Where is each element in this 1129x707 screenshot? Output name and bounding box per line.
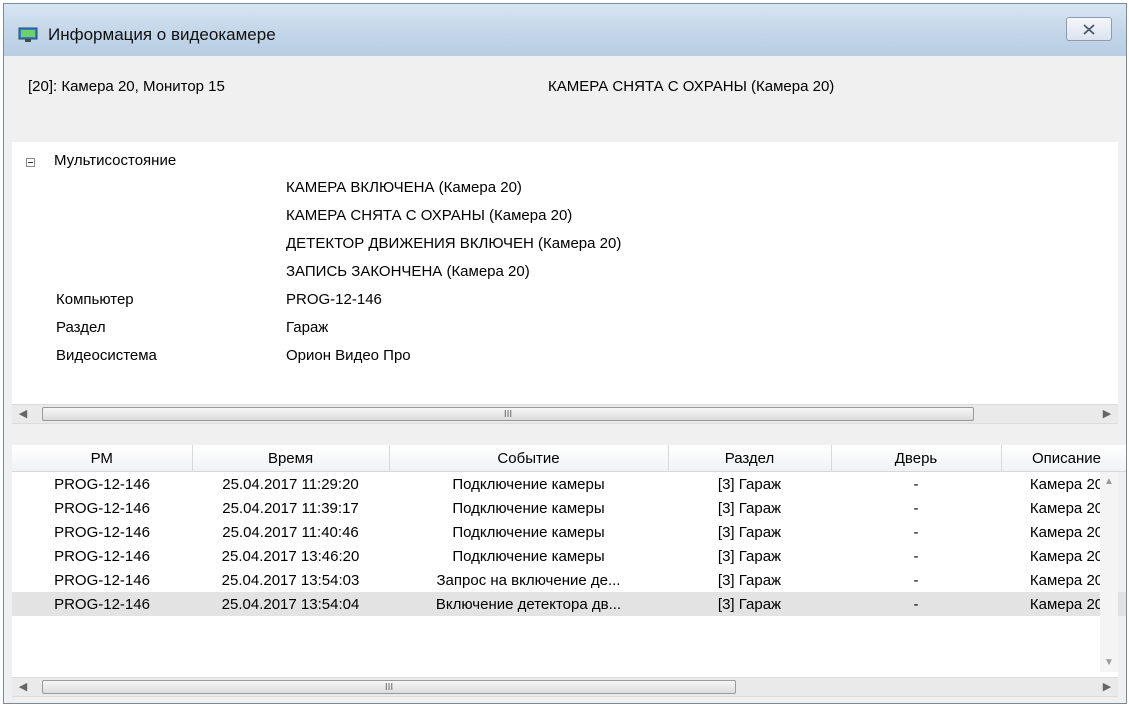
- property-name-videosystem: Видеосистема: [56, 347, 157, 364]
- table-row[interactable]: PROG-12-146 25.04.2017 11:39:17 Подключе…: [12, 496, 1126, 520]
- cell-time: 25.04.2017 13:46:20: [221, 547, 360, 565]
- properties-horizontal-scrollbar[interactable]: ◀ III ▶: [12, 404, 1118, 424]
- multistate-item: ДЕТЕКТОР ДВИЖЕНИЯ ВКЛЮЧЕН (Камера 20): [286, 235, 622, 252]
- column-header-section[interactable]: Раздел: [668, 445, 832, 472]
- cell-rm: PROG-12-146: [54, 523, 150, 541]
- cell-door: -: [831, 592, 1001, 616]
- cell-section: [3] Гараж: [668, 592, 831, 616]
- cell-section: [3] Гараж: [717, 547, 782, 565]
- cell-event: Подключение камеры: [452, 523, 605, 541]
- table-row[interactable]: PROG-12-146 25.04.2017 13:46:20 Подключе…: [12, 544, 1126, 568]
- table-row[interactable]: PROG-12-146 25.04.2017 11:29:20 Подключе…: [12, 472, 1126, 497]
- cell-time: 25.04.2017 11:39:17: [222, 499, 359, 517]
- cell-rm: PROG-12-146: [12, 592, 192, 616]
- camera-summary-panel: [20]: Камера 20, Монитор 15 КАМЕРА СНЯТА…: [12, 60, 1118, 142]
- multistate-item: КАМЕРА СНЯТА С ОХРАНЫ (Камера 20): [286, 207, 573, 224]
- column-header-door[interactable]: Дверь: [831, 445, 1002, 472]
- grip-icon: III: [503, 408, 513, 420]
- cell-door: -: [913, 499, 919, 517]
- camera-info-window: Информация о видеокамере [20]: Камера 20…: [3, 3, 1127, 704]
- window-title: Информация о видеокамере: [48, 25, 276, 44]
- property-value-computer: PROG-12-146: [286, 291, 382, 308]
- cell-door: -: [913, 523, 919, 541]
- grip-icon: III: [384, 681, 394, 693]
- scroll-down-icon[interactable]: ▼: [1104, 657, 1114, 668]
- property-name-computer: Компьютер: [56, 291, 134, 308]
- camera-name-label: [20]: Камера 20, Монитор 15: [28, 78, 225, 95]
- cell-section: [3] Гараж: [717, 475, 782, 493]
- camera-state-label: КАМЕРА СНЯТА С ОХРАНЫ (Камера 20): [548, 78, 835, 95]
- cell-section: [3] Гараж: [717, 571, 782, 589]
- cell-time: 25.04.2017 13:54:04: [192, 592, 389, 616]
- cell-time: 25.04.2017 13:54:03: [221, 571, 360, 589]
- cell-event: Подключение камеры: [452, 499, 605, 517]
- column-header-event[interactable]: Событие: [389, 445, 669, 472]
- column-header-time[interactable]: Время: [192, 445, 390, 472]
- table-row[interactable]: PROG-12-146 25.04.2017 11:40:46 Подключе…: [12, 520, 1126, 544]
- table-header-row: РМ Время Событие Раздел Дверь Описание: [12, 445, 1126, 472]
- events-vertical-scrollbar[interactable]: ▲ ▼: [1100, 472, 1118, 672]
- cell-rm: PROG-12-146: [54, 475, 150, 493]
- scroll-left-icon[interactable]: ◀: [16, 407, 30, 420]
- property-name-section: Раздел: [56, 319, 106, 336]
- table-row[interactable]: PROG-12-146 25.04.2017 13:54:03 Запрос н…: [12, 568, 1126, 592]
- title-bar[interactable]: Информация о видеокамере: [4, 4, 1126, 56]
- close-button[interactable]: [1066, 17, 1112, 41]
- scrollbar-thumb[interactable]: III: [42, 407, 974, 421]
- scrollbar-thumb[interactable]: III: [42, 680, 736, 694]
- scroll-right-icon[interactable]: ▶: [1100, 680, 1114, 693]
- collapse-icon[interactable]: [26, 158, 35, 167]
- multistate-group-label: Мультисостояние: [54, 152, 177, 169]
- property-value-videosystem: Орион Видео Про: [286, 347, 411, 364]
- cell-rm: PROG-12-146: [54, 499, 150, 517]
- events-table: РМ Время Событие Раздел Дверь Описание P…: [12, 445, 1126, 616]
- cell-event: Включение детектора дв...: [389, 592, 668, 616]
- scroll-right-icon[interactable]: ▶: [1100, 407, 1114, 420]
- events-table-panel: РМ Время Событие Раздел Дверь Описание P…: [12, 445, 1126, 677]
- scroll-up-icon[interactable]: ▲: [1104, 476, 1114, 487]
- cell-time: 25.04.2017 11:40:46: [222, 523, 359, 541]
- scroll-left-icon[interactable]: ◀: [16, 680, 30, 693]
- column-header-description[interactable]: Описание: [1001, 445, 1126, 472]
- cell-section: [3] Гараж: [717, 499, 782, 517]
- table-row-selected[interactable]: PROG-12-146 25.04.2017 13:54:04 Включени…: [12, 592, 1126, 616]
- cell-rm: PROG-12-146: [54, 547, 150, 565]
- property-value-section: Гараж: [286, 319, 329, 336]
- close-icon: [1083, 23, 1095, 35]
- cell-event: Запрос на включение де...: [436, 571, 621, 589]
- monitor-icon: [18, 27, 38, 42]
- cell-event: Подключение камеры: [452, 547, 605, 565]
- cell-door: -: [913, 571, 919, 589]
- cell-section: [3] Гараж: [717, 523, 782, 541]
- cell-door: -: [913, 475, 919, 493]
- events-horizontal-scrollbar[interactable]: ◀ III ▶: [12, 677, 1118, 697]
- multistate-item: КАМЕРА ВКЛЮЧЕНА (Камера 20): [286, 179, 522, 196]
- cell-rm: PROG-12-146: [54, 571, 150, 589]
- column-header-rm[interactable]: РМ: [12, 445, 193, 472]
- multistate-item: ЗАПИСЬ ЗАКОНЧЕНА (Камера 20): [286, 263, 530, 280]
- cell-time: 25.04.2017 11:29:20: [222, 475, 359, 493]
- cell-event: Подключение камеры: [452, 475, 605, 493]
- cell-door: -: [913, 547, 919, 565]
- properties-panel: Мультисостояние КАМЕРА ВКЛЮЧЕНА (Камера …: [12, 142, 1118, 404]
